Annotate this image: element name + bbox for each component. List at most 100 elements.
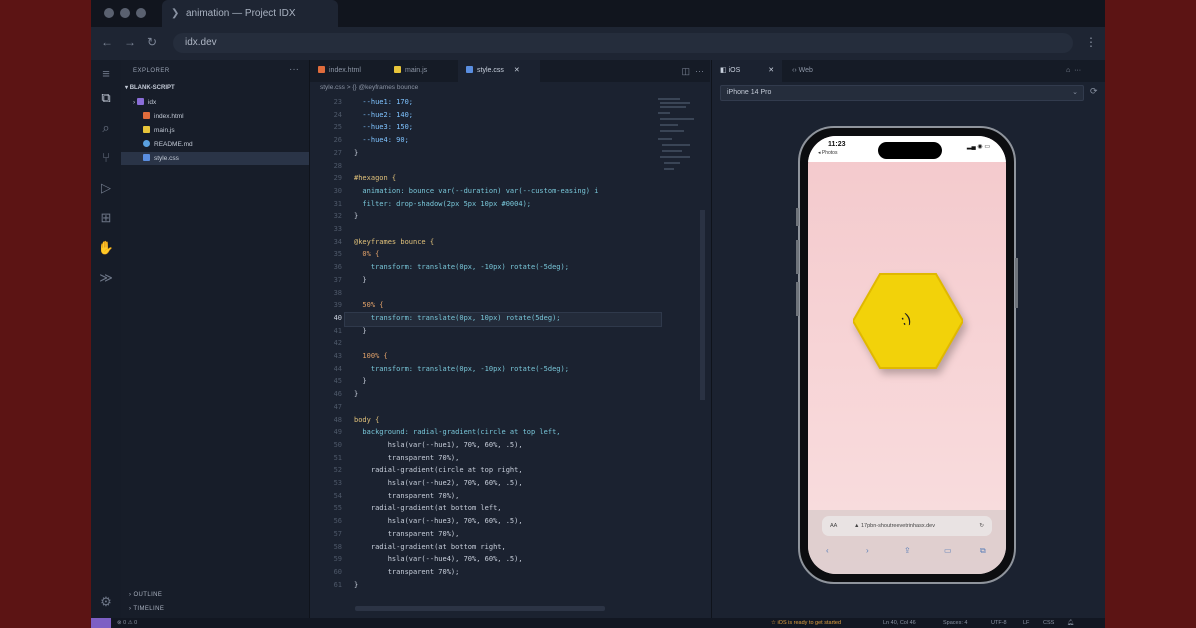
home-icon[interactable]: ⌂ (1066, 67, 1070, 74)
window-minimize-dot[interactable] (120, 8, 130, 18)
reload-icon[interactable]: ↻ (979, 516, 984, 536)
tree-item-index-html[interactable]: index.html (121, 110, 309, 123)
tab-label: main.js (405, 67, 428, 74)
line-number: 41 (333, 326, 342, 335)
more-actions-icon[interactable]: ··· (695, 66, 704, 76)
apple-icon: ◧ (720, 67, 729, 74)
address-input[interactable]: idx.dev (173, 33, 1073, 53)
menu-icon[interactable]: ≡ (91, 66, 121, 81)
status-bar: ⊗ 0 ⚠ 0 ☆ iOS is ready to get started Ln… (91, 618, 1105, 628)
code-text: body { (354, 415, 380, 424)
code-text: hsla(var(--hue1), 70%, 60%, .5), (354, 440, 523, 449)
forward-icon[interactable]: › (866, 546, 869, 555)
forward-arrow-icon[interactable]: → (124, 35, 136, 49)
window-zoom-dot[interactable] (136, 8, 146, 18)
tree-root[interactable]: ▾ BLANK-SCRIPT (121, 82, 309, 95)
kebab-menu-icon[interactable]: ⋮ (1085, 35, 1097, 49)
tab-style-css[interactable]: style.css ✕ (458, 60, 540, 82)
breadcrumb[interactable]: style.css > {} @keyframes bounce (320, 84, 418, 91)
tab-main-js[interactable]: main.js (386, 60, 458, 82)
html-file-icon (318, 66, 325, 73)
files-icon[interactable]: ⧉ (91, 90, 121, 106)
split-editor-icon[interactable]: ◫ (681, 66, 690, 76)
ios-status-message[interactable]: ☆ iOS is ready to get started (771, 618, 841, 628)
code-line: 53 hsla(var(--hue2), 70%, 60%, .5), (310, 477, 710, 490)
code-text: #hexagon { (354, 174, 397, 183)
tabs-icon[interactable]: ⧉ (980, 546, 986, 556)
code-text: 100% { (354, 352, 388, 360)
tree-item-idx[interactable]: › idx (121, 96, 309, 109)
explorer-header: EXPLORER (133, 68, 170, 74)
safari-address-bar[interactable]: AA ▲ 17pbn-shoutreevetrinhasx.dev ↻ (822, 516, 992, 536)
idx-icon[interactable]: ≫ (91, 270, 121, 286)
more-actions-icon[interactable]: ··· (1074, 67, 1081, 74)
preview-panel: ◧ iOS ✕ ‹› Web ⌂ ··· iPhone 14 Pro ⌄ ⟳ 11:… (711, 60, 1105, 618)
rotate-icon[interactable]: ⟳ (1090, 86, 1098, 97)
line-number: 23 (333, 98, 342, 106)
tab-web[interactable]: ‹› Web (784, 60, 854, 82)
code-line: 41 } (310, 325, 710, 338)
line-ending[interactable]: LF (1023, 618, 1029, 628)
tree-item-main-js[interactable]: main.js (121, 124, 309, 137)
tab-ios[interactable]: ◧ iOS ✕ (712, 60, 782, 82)
outline-section[interactable]: › OUTLINE (129, 592, 162, 598)
run-debug-icon[interactable]: ▷ (91, 180, 121, 196)
code-line: 56 hsla(var(--hue3), 70%, 60%, .5), (310, 515, 710, 528)
remote-indicator[interactable] (91, 618, 111, 628)
problems-count[interactable]: ⊗ 0 ⚠ 0 (117, 618, 137, 628)
tree-root-label: BLANK-SCRIPT (129, 85, 175, 91)
phone-screen[interactable]: 11:23 ◂ Photos ▂▄ ◉ ▭ :) AA ▲ 17pbn-shou… (808, 136, 1006, 574)
timeline-section[interactable]: › TIMELINE (129, 606, 164, 612)
preview-actions: ⌂ ··· (1066, 60, 1105, 82)
line-number: 57 (333, 529, 342, 538)
horizontal-scrollbar[interactable] (355, 606, 605, 611)
tree-item-readme[interactable]: README.md (121, 138, 309, 151)
code-line: 48 body { (310, 414, 710, 427)
language-mode[interactable]: CSS (1043, 618, 1054, 628)
line-number: 55 (333, 504, 342, 513)
minimap[interactable] (658, 96, 698, 186)
code-text: radial-gradient(at bottom left, (354, 504, 502, 513)
code-line: 59 hsla(var(--hue4), 70%, 60%, .5), (310, 553, 710, 566)
line-number: 53 (333, 479, 342, 487)
share-icon[interactable]: ⇪ (904, 546, 911, 555)
vertical-scrollbar[interactable] (700, 210, 705, 400)
phone-back-link[interactable]: ◂ Photos (818, 150, 837, 156)
back-arrow-icon[interactable]: ← (101, 35, 113, 49)
close-icon[interactable]: ✕ (768, 67, 774, 74)
code-text: transparent 70%), (354, 453, 460, 462)
editor-tabs: index.html main.js style.css ✕ ◫ ··· (310, 60, 710, 82)
code-text: --hue1: 170; (354, 98, 414, 106)
encoding[interactable]: UTF-8 (991, 618, 1007, 628)
close-icon[interactable]: ✕ (514, 67, 520, 74)
line-number: 38 (333, 288, 342, 297)
code-text: 0% { (354, 250, 380, 259)
reload-icon[interactable]: ↻ (147, 35, 157, 49)
tree-item-style-css[interactable]: style.css (121, 152, 309, 165)
tree-item-label: idx (147, 99, 157, 106)
cursor-position[interactable]: Ln 40, Col 46 (883, 618, 916, 628)
bookmarks-icon[interactable]: ▭ (944, 546, 952, 555)
code-text: filter: drop-shadow(2px 5px 10px #0004); (354, 199, 532, 208)
code-line: 50 hsla(var(--hue1), 70%, 60%, .5), (310, 439, 710, 452)
extensions-icon[interactable]: ⊞ (91, 210, 121, 226)
hand-icon[interactable]: ✋ (91, 240, 121, 256)
line-number: 56 (333, 517, 342, 526)
code-text: } (354, 580, 359, 589)
back-icon[interactable]: ‹ (826, 546, 829, 555)
code-text: hsla(var(--hue2), 70%, 60%, .5), (354, 479, 523, 487)
code-line: 60 transparent 70%); (310, 566, 710, 579)
more-actions-icon[interactable]: ··· (289, 64, 299, 75)
device-select[interactable]: iPhone 14 Pro ⌄ (720, 85, 1084, 101)
reader-aa-button[interactable]: AA (830, 516, 837, 536)
indentation[interactable]: Spaces: 4 (943, 618, 967, 628)
search-icon[interactable]: ⌕ (91, 120, 121, 136)
tab-index-html[interactable]: index.html (310, 60, 386, 82)
browser-tab[interactable]: ❯ animation — Project IDX (162, 0, 338, 27)
window-close-dot[interactable] (104, 8, 114, 18)
bell-icon[interactable]: 🔔︎ (1067, 618, 1074, 628)
tab-label: iOS (728, 67, 741, 74)
settings-gear-icon[interactable]: ⚙ (91, 594, 121, 610)
code-line: 39 50% { (310, 299, 710, 312)
source-control-icon[interactable]: ⑂ (91, 150, 121, 165)
